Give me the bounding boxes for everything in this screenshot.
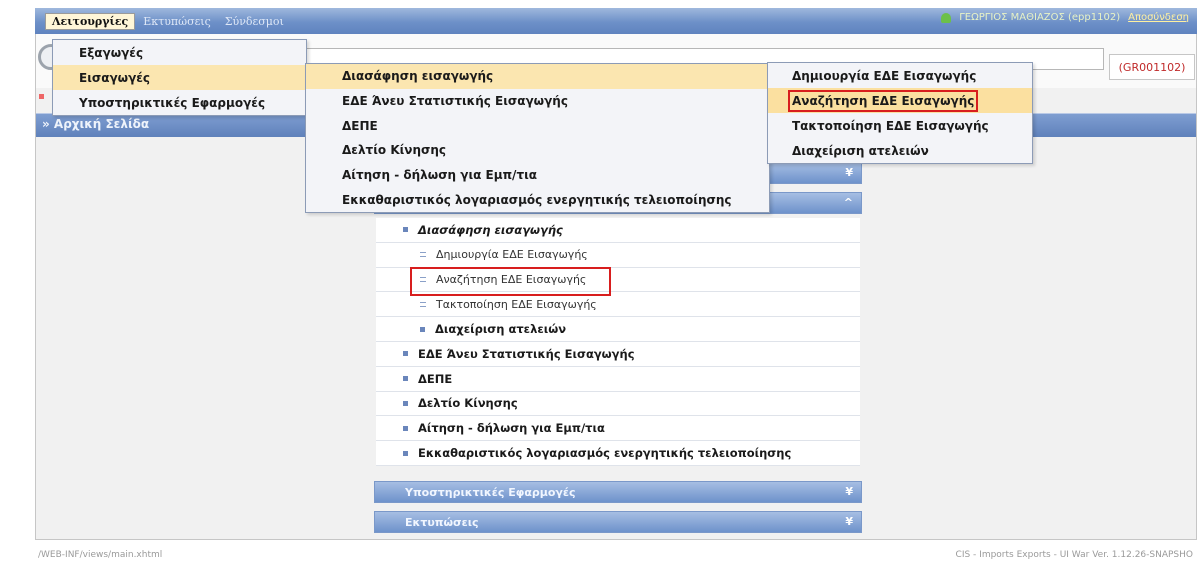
menu-item-depe[interactable]: ΔΕΠΕ <box>306 113 769 138</box>
imports-panel-list: Διασάφηση εισαγωγής Δημιουργία ΕΔΕ Εισαγ… <box>376 218 860 466</box>
dropdown-declaration: Δημιουργία ΕΔΕ Εισαγωγής Αναζήτηση ΕΔΕ Ε… <box>767 62 1033 164</box>
list-item[interactable]: Δημιουργία ΕΔΕ Εισαγωγής <box>376 243 860 268</box>
menu-item-ede-no-stat[interactable]: ΕΔΕ Άνευ Στατιστικής Εισαγωγής <box>306 89 769 114</box>
bullet-icon <box>403 400 408 406</box>
user-icon <box>941 12 952 23</box>
collapse-icon[interactable]: ^ <box>844 196 853 209</box>
menu-item-exports[interactable]: Εξαγωγές <box>53 40 306 65</box>
list-item[interactable]: Αίτηση - δήλωση για Εμπ/τια <box>376 416 860 442</box>
prints-panel[interactable]: Εκτυπώσεις ¥ <box>374 511 862 533</box>
bullet-icon <box>403 450 408 456</box>
dropdown-functions: Εξαγωγές Εισαγωγές Υποστηρικτικές Εφαρμο… <box>52 39 307 116</box>
footer-version: CIS - Imports Exports - UI War Ver. 1.12… <box>955 550 1193 560</box>
highlight-box <box>410 267 611 296</box>
bullet-icon <box>403 351 408 357</box>
support-apps-panel[interactable]: Υποστηρικτικές Εφαρμογές ¥ <box>374 481 862 503</box>
expand-icon[interactable]: ¥ <box>845 515 853 528</box>
dropdown-imports: Διασάφηση εισαγωγής ΕΔΕ Άνευ Στατιστικής… <box>305 63 770 214</box>
menu-functions[interactable]: Λειτουργίες <box>45 12 136 30</box>
logout-link[interactable]: Αποσύνδεση <box>1128 12 1189 23</box>
list-item[interactable]: ΕΔΕ Άνευ Στατιστικής Εισαγωγής <box>376 342 860 367</box>
bullet-icon <box>403 227 408 233</box>
subitem-icon <box>420 252 426 258</box>
menu-item-import-declaration[interactable]: Διασάφηση εισαγωγής <box>306 64 769 89</box>
menu-item-imports[interactable]: Εισαγωγές <box>53 65 306 90</box>
menu-prints[interactable]: Εκτυπώσεις <box>137 14 217 29</box>
menu-item-create-ede[interactable]: Δημιουργία ΕΔΕ Εισαγωγής <box>768 63 1032 88</box>
expand-icon[interactable]: ¥ <box>845 485 853 498</box>
user-area: ΓΕΩΡΓΙΟΣ ΜΑΘΙΑΖΟΣ (epp1102) Αποσύνδεση <box>941 12 1189 23</box>
bullet-icon <box>403 376 408 382</box>
bullet-icon <box>420 326 425 332</box>
list-item[interactable]: ΔΕΠΕ <box>376 367 860 392</box>
menu-item-settle-ede[interactable]: Τακτοποίηση ΕΔΕ Εισαγωγής <box>768 113 1032 138</box>
footer-path: /WEB-INF/views/main.xhtml <box>38 550 163 560</box>
menu-item-application[interactable]: Αίτηση - δήλωση για Εμπ/τια <box>306 163 769 188</box>
menu-item-clearance-account[interactable]: Εκκαθαριστικός λογαριασμός ενεργητικής τ… <box>306 187 769 212</box>
menu-item-search-ede[interactable]: Αναζήτηση ΕΔΕ Εισαγωγής <box>768 88 1032 113</box>
menu-links[interactable]: Σύνδεσμοι <box>219 14 290 29</box>
list-item[interactable]: Δελτίο Κίνησης <box>376 392 860 417</box>
top-menu: Λειτουργίες Εκτυπώσεις Σύνδεσμοι <box>45 12 290 30</box>
subitem-icon <box>420 301 426 307</box>
marker-icon <box>39 94 44 99</box>
home-link[interactable]: » Αρχική Σελίδα <box>42 117 149 131</box>
expand-icon[interactable]: ¥ <box>845 166 853 179</box>
list-item[interactable]: Εκκαθαριστικός λογαριασμός ενεργητικής τ… <box>376 441 860 466</box>
user-name: ΓΕΩΡΓΙΟΣ ΜΑΘΙΑΖΟΣ (epp1102) <box>959 12 1121 23</box>
list-item[interactable]: Διαχείριση ατελειών <box>376 317 860 342</box>
list-item[interactable]: Διασάφηση εισαγωγής <box>376 218 860 243</box>
bullet-icon <box>403 425 408 431</box>
menu-item-manage-deficiencies[interactable]: Διαχείριση ατελειών <box>768 138 1032 163</box>
office-code: (GR001102) <box>1109 54 1195 80</box>
list-item[interactable]: Τακτοποίηση ΕΔΕ Εισαγωγής <box>376 292 860 318</box>
menu-item-movement-cert[interactable]: Δελτίο Κίνησης <box>306 138 769 163</box>
menu-item-support-apps[interactable]: Υποστηρικτικές Εφαρμογές <box>53 90 306 115</box>
